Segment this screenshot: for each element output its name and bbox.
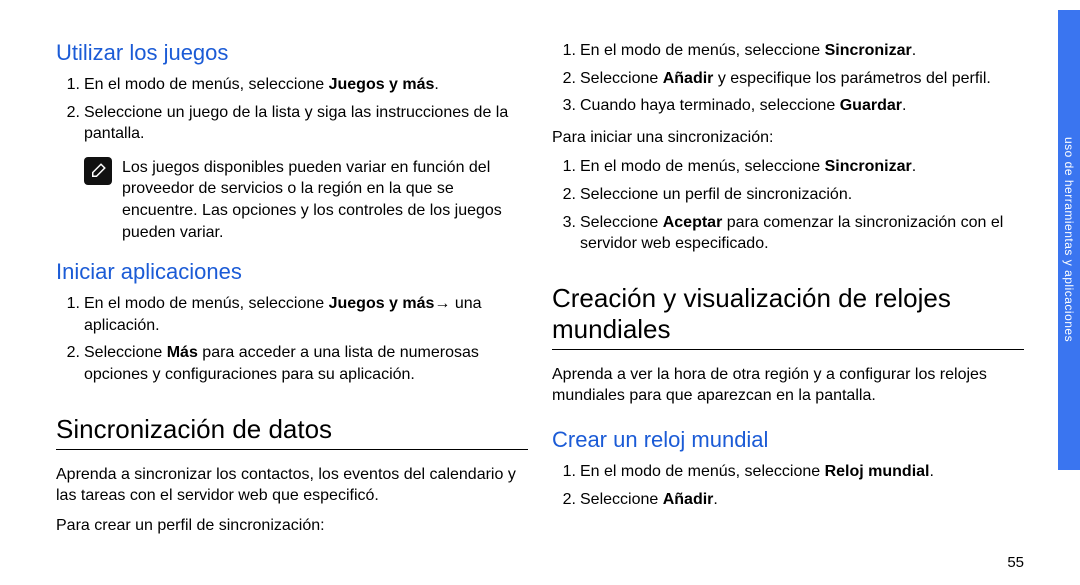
clocks-intro: Aprenda a ver la hora de otra región y a… <box>552 364 1024 407</box>
text: En el modo de menús, seleccione <box>580 42 825 59</box>
start-sync-label: Para iniciar una sincronización: <box>552 127 1024 149</box>
bold: Guardar <box>840 97 902 114</box>
heading-data-sync: Sincronización de datos <box>56 414 528 450</box>
create-clock-steps: En el modo de menús, seleccione Reloj mu… <box>552 461 1024 516</box>
text: . <box>912 42 916 59</box>
text: . <box>902 97 906 114</box>
text: . <box>434 76 438 93</box>
text: Seleccione <box>580 70 663 87</box>
text: En el modo de menús, seleccione <box>84 295 329 312</box>
right-column: En el modo de menús, seleccione Sincroni… <box>552 28 1024 585</box>
bold: Juegos y más <box>329 76 435 93</box>
games-step-2: Seleccione un juego de la lista y siga l… <box>84 102 528 145</box>
text: . <box>912 158 916 175</box>
apps-steps: En el modo de menús, seleccione Juegos y… <box>56 293 528 391</box>
chapter-tab: uso de herramientas y aplicaciones <box>1058 10 1080 470</box>
sync-intro: Aprenda a sincronizar los contactos, los… <box>56 464 528 507</box>
page-number: 55 <box>1007 554 1024 571</box>
profile-steps: En el modo de menús, seleccione Sincroni… <box>552 40 1024 123</box>
chapter-tab-label: uso de herramientas y aplicaciones <box>1062 137 1076 342</box>
heading-create-clock: Crear un reloj mundial <box>552 427 1024 453</box>
apps-step-1: En el modo de menús, seleccione Juegos y… <box>84 293 528 336</box>
start-step-3: Seleccione Aceptar para comenzar la sinc… <box>580 212 1024 255</box>
create-step-2: Seleccione Añadir. <box>580 489 1024 511</box>
text: En el modo de menús, seleccione <box>84 76 329 93</box>
text: y especifique los parámetros del perfil. <box>713 70 990 87</box>
text: . <box>930 463 934 480</box>
left-column: Utilizar los juegos En el modo de menús,… <box>56 28 528 585</box>
bold: Añadir <box>663 70 714 87</box>
text: Seleccione un juego de la lista y siga l… <box>84 104 508 143</box>
start-sync-steps: En el modo de menús, seleccione Sincroni… <box>552 156 1024 260</box>
note-box: Los juegos disponibles pueden variar en … <box>56 157 528 243</box>
profile-step-1: En el modo de menús, seleccione Sincroni… <box>580 40 1024 62</box>
bold: Más <box>167 344 198 361</box>
note-icon <box>84 157 112 185</box>
games-step-1: En el modo de menús, seleccione Juegos y… <box>84 74 528 96</box>
note-text: Los juegos disponibles pueden variar en … <box>122 157 528 243</box>
heading-use-games: Utilizar los juegos <box>56 40 528 66</box>
bold: Juegos y más <box>329 295 435 312</box>
bold: Sincronizar <box>825 42 912 59</box>
create-step-1: En el modo de menús, seleccione Reloj mu… <box>580 461 1024 483</box>
text: Seleccione <box>84 344 167 361</box>
heading-world-clocks: Creación y visualización de relojes mund… <box>552 283 1024 350</box>
bold: Añadir <box>663 491 714 508</box>
games-steps: En el modo de menús, seleccione Juegos y… <box>56 74 528 151</box>
apps-step-2: Seleccione Más para acceder a una lista … <box>84 342 528 385</box>
text: Cuando haya terminado, seleccione <box>580 97 840 114</box>
text: Seleccione <box>580 491 663 508</box>
text: . <box>713 491 717 508</box>
start-step-2: Seleccione un perfil de sincronización. <box>580 184 1024 206</box>
text: En el modo de menús, seleccione <box>580 158 825 175</box>
text: Seleccione un perfil de sincronización. <box>580 186 852 203</box>
bold: Sincronizar <box>825 158 912 175</box>
sync-create-label: Para crear un perfil de sincronización: <box>56 515 528 537</box>
start-step-1: En el modo de menús, seleccione Sincroni… <box>580 156 1024 178</box>
text: En el modo de menús, seleccione <box>580 463 825 480</box>
bold: Reloj mundial <box>825 463 930 480</box>
heading-start-apps: Iniciar aplicaciones <box>56 259 528 285</box>
profile-step-2: Seleccione Añadir y especifique los pará… <box>580 68 1024 90</box>
text: Seleccione <box>580 214 663 231</box>
bold: Aceptar <box>663 214 723 231</box>
profile-step-3: Cuando haya terminado, seleccione Guarda… <box>580 95 1024 117</box>
